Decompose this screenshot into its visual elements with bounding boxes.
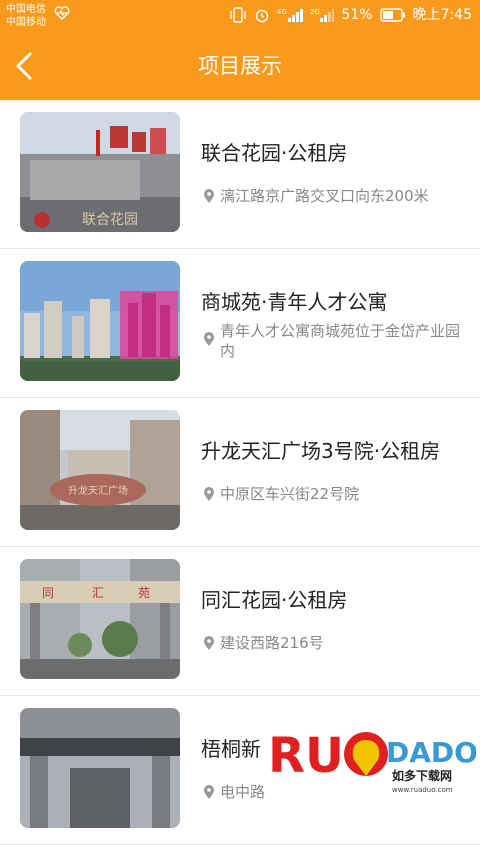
2g-signal-icon: 2G bbox=[310, 8, 335, 22]
project-address-row: 青年人才公寓商城苑位于金岱产业园内 bbox=[203, 321, 462, 361]
clock: 晚上7:45 bbox=[412, 7, 472, 23]
project-photo bbox=[20, 261, 180, 381]
4g-signal-icon: 4G bbox=[277, 8, 304, 22]
project-address: 电中路 bbox=[220, 783, 266, 801]
carrier-info: 中国电信 中国移动 bbox=[6, 3, 46, 29]
watermark-url: www.ruaduo.com bbox=[392, 786, 453, 794]
project-name: 联合花园·公租房 bbox=[201, 141, 348, 165]
project-photo: 同 汇 苑 bbox=[20, 559, 180, 679]
svg-text:苑: 苑 bbox=[138, 586, 150, 600]
carrier-1: 中国电信 bbox=[6, 4, 46, 15]
project-address-row: 漓江路京广路交叉口向东200米 bbox=[203, 186, 462, 206]
carrier-2: 中国移动 bbox=[6, 17, 46, 28]
project-name: 商城苑·青年人才公寓 bbox=[201, 290, 388, 314]
project-address: 青年人才公寓商城苑位于金岱产业园内 bbox=[220, 322, 461, 360]
list-item[interactable]: 升龙天汇广场 升龙天汇广场3号院·公租房 中原区车兴街22号院 bbox=[0, 398, 480, 547]
project-name: 同汇花园·公租房 bbox=[201, 588, 348, 612]
page-title: 项目展示 bbox=[198, 54, 282, 78]
location-pin-icon bbox=[204, 636, 214, 650]
svg-text:2G: 2G bbox=[310, 8, 320, 16]
project-address-row: 建设西路216号 bbox=[203, 633, 462, 653]
svg-text:4G: 4G bbox=[277, 8, 287, 16]
svg-text:升龙天汇广场: 升龙天汇广场 bbox=[68, 484, 128, 497]
project-address: 漓江路京广路交叉口向东200米 bbox=[220, 187, 429, 205]
nav-bar: 项目展示 bbox=[0, 32, 480, 100]
svg-text:DADO: DADO bbox=[386, 736, 476, 769]
project-address: 中原区车兴街22号院 bbox=[220, 485, 360, 503]
location-pin-icon bbox=[204, 785, 214, 799]
project-photo: 联合花园 bbox=[20, 112, 180, 232]
list-item[interactable]: 同 汇 苑 同汇花园·公租房 建设西路216号 bbox=[0, 547, 480, 696]
svg-text:同: 同 bbox=[42, 586, 54, 600]
project-photo bbox=[20, 708, 180, 828]
heart-rate-icon bbox=[54, 6, 70, 20]
status-bar: 中国电信 中国移动 4G 2G 51% 晚上7:45 bbox=[0, 0, 480, 32]
svg-text:联合花园: 联合花园 bbox=[82, 212, 138, 228]
project-address: 建设西路216号 bbox=[220, 634, 324, 652]
battery-percent: 51% bbox=[341, 7, 373, 23]
location-pin-icon bbox=[204, 189, 214, 203]
svg-text:RU: RU bbox=[268, 728, 344, 784]
location-pin-icon bbox=[204, 332, 214, 346]
watermark-cn: 如多下载网 bbox=[392, 768, 452, 783]
watermark-logo: RU DADO 如多下载网 www.ruaduo.com bbox=[268, 728, 476, 794]
location-pin-icon bbox=[204, 487, 214, 501]
alarm-icon bbox=[256, 9, 269, 23]
svg-text:汇: 汇 bbox=[92, 586, 104, 600]
project-name: 升龙天汇广场3号院·公租房 bbox=[201, 439, 441, 463]
project-photo: 升龙天汇广场 bbox=[20, 410, 180, 530]
list-item[interactable]: 商城苑·青年人才公寓 青年人才公寓商城苑位于金岱产业园内 bbox=[0, 249, 480, 398]
project-address-row: 中原区车兴街22号院 bbox=[203, 484, 462, 504]
battery-icon bbox=[379, 8, 405, 22]
list-item[interactable]: 联合花园 联合花园·公租房 漓江路京广路交叉口向东200米 bbox=[0, 100, 480, 249]
vibrate-icon bbox=[230, 7, 247, 23]
